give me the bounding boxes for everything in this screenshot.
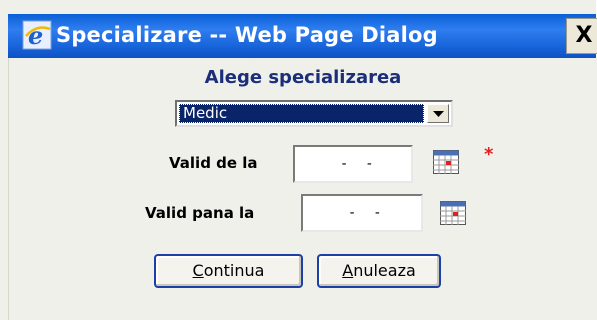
calendar-icon[interactable]: [440, 201, 466, 225]
title-bar[interactable]: e Specializare -- Web Page Dialog X: [8, 14, 597, 58]
valid-from-input[interactable]: [293, 145, 413, 183]
window-title: Specializare -- Web Page Dialog: [56, 23, 438, 47]
required-mark: *: [484, 144, 494, 165]
cancel-label: nuleaza: [353, 261, 416, 280]
continue-mnemonic: C: [192, 261, 204, 280]
continue-button[interactable]: Continua: [154, 254, 303, 288]
calendar-icon[interactable]: [433, 150, 459, 174]
valid-to-label: Valid pana la: [145, 204, 255, 222]
dropdown-button[interactable]: [427, 104, 449, 123]
cancel-mnemonic: A: [342, 261, 354, 280]
close-button[interactable]: X: [566, 18, 597, 54]
svg-text:e: e: [28, 21, 43, 50]
specialization-select[interactable]: Medic: [175, 100, 453, 127]
valid-from-label: Valid de la: [169, 154, 258, 172]
form-heading: Alege specializarea: [204, 67, 402, 88]
window-left-edge: [0, 14, 8, 320]
continue-label: ontinua: [203, 261, 265, 280]
dialog-content: Alege specializarea Medic Valid de la - …: [8, 58, 597, 320]
chevron-down-icon: [433, 111, 444, 117]
specialization-selected-value: Medic: [179, 104, 424, 123]
cancel-button[interactable]: Anuleaza: [317, 254, 441, 288]
ie-icon: e: [22, 20, 52, 50]
dialog-window: e Specializare -- Web Page Dialog X Aleg…: [0, 0, 597, 320]
valid-to-input[interactable]: [301, 194, 423, 232]
